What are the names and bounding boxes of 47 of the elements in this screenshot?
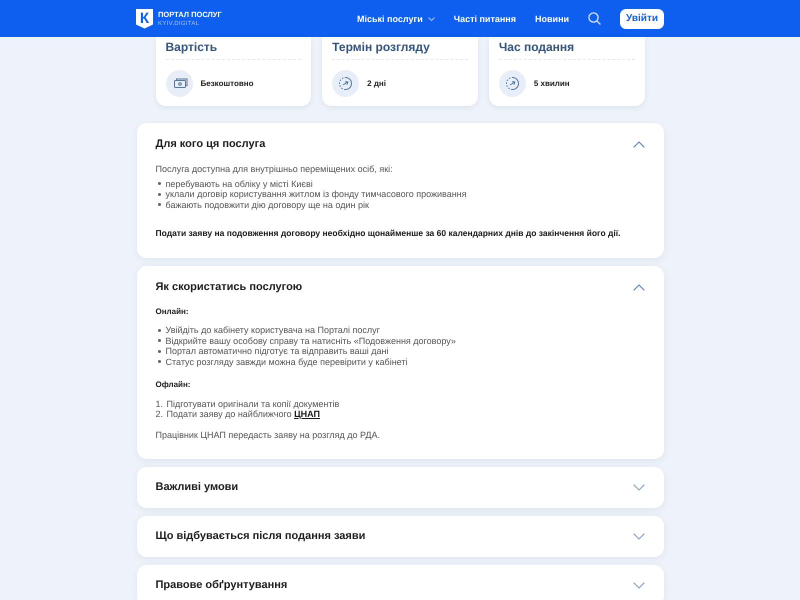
search-icon[interactable]: [588, 12, 602, 25]
text-link[interactable]: ЦНАП: [294, 409, 320, 419]
accordion-title[interactable]: Що відбувається після подання заяви: [156, 530, 366, 543]
accordion-title[interactable]: Як скористатись послугою: [156, 280, 302, 294]
info-card-title: Час подання: [498, 40, 576, 54]
bullet-icon: [158, 203, 160, 206]
nav-link[interactable]: Міські послуги: [357, 12, 435, 24]
accordion-title[interactable]: Для кого ця послуга: [156, 138, 266, 151]
list-item-text: Підготувати оригінали та копії документів: [166, 398, 340, 409]
paragraph-text: Послуга доступна для внутрішньо переміщених осіб, які:: [156, 164, 394, 174]
logo-mark[interactable]: К: [136, 8, 153, 28]
bullet-icon: [158, 350, 160, 353]
list-item-text: Увійдіть до кабінету користувача на Порталі послуг: [166, 325, 380, 336]
list-number: 1.: [156, 398, 164, 409]
info-card-title: Вартість: [166, 40, 218, 54]
banknote-icon: [166, 70, 192, 97]
list-number: 2.: [156, 409, 164, 420]
bullet-icon: [158, 360, 160, 364]
nav-link[interactable]: Часті питання: [454, 12, 516, 24]
paragraph-text: Працівник ЦНАП передасть заяву на розгляд до РДА.: [156, 430, 381, 440]
bullet-icon: [158, 328, 160, 332]
chevron-up-icon[interactable]: [632, 284, 644, 290]
list-item-text: Подати заяву до найближчого ЦНАП: [166, 409, 320, 420]
chevron-down-icon[interactable]: [632, 533, 644, 540]
subheading: Офлайн:: [156, 380, 192, 390]
bullet-icon: [158, 192, 160, 196]
note-text: Подати заяву на подовження договору необхідно щонайменше за 60 календарних днів до закінчення його дії.: [156, 228, 622, 238]
nav-link[interactable]: Новини: [535, 12, 570, 24]
accordion-title[interactable]: Важливі умови: [156, 481, 238, 494]
chevron-up-icon[interactable]: [632, 141, 644, 148]
list-item-text: уклали договір користування житлом із фонду тимчасового проживання: [166, 189, 467, 200]
subheading: Онлайн:: [156, 306, 190, 317]
list-item-text: бажають подовжити дію договору ще на один рік: [166, 200, 369, 210]
list-item-text: перебувають на обліку у місті Києві: [166, 178, 313, 189]
chevron-down-icon[interactable]: [632, 484, 644, 491]
info-card-value: Безкоштовно: [200, 78, 254, 88]
list-item-text: Статус розгляду завжди можна буде перевірити у кабінеті: [166, 356, 408, 367]
bullet-icon: [158, 182, 160, 186]
info-card-title: Термін розгляду: [332, 40, 431, 54]
list-item-text: Відкрийте вашу особову справу та натисніть «Подовження договору»: [166, 336, 456, 346]
info-card-value: 2 дні: [367, 78, 386, 88]
bullet-icon: [158, 339, 160, 342]
login-button[interactable]: Увійти: [620, 8, 664, 28]
chevron-down-icon[interactable]: [632, 582, 644, 589]
accordion-title[interactable]: Правове обґрунтування: [156, 579, 288, 592]
info-card-value: 5 хвилин: [534, 78, 570, 88]
list-item-text: Портал автоматично підготує та відправить ваші дані: [166, 346, 389, 356]
